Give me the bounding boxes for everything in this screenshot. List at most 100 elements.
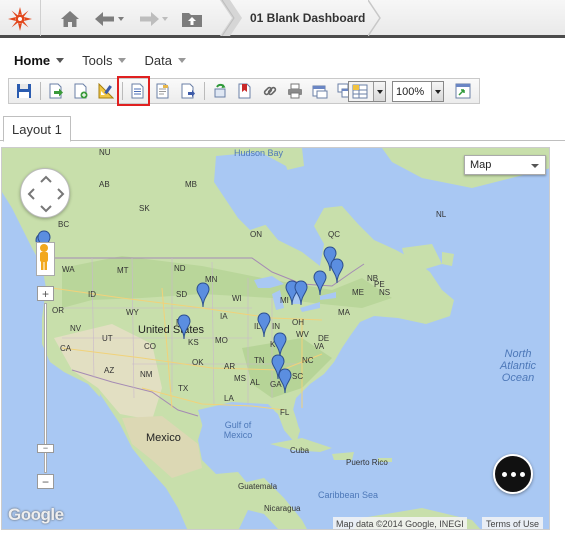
bookmark-icon [238, 83, 251, 99]
chevron-down-icon [531, 164, 539, 168]
bc-label: BC [58, 220, 70, 229]
ab-label: AB [99, 180, 110, 189]
menu-tools-label: Tools [82, 52, 113, 68]
fullscreen-button[interactable] [452, 80, 474, 102]
sk-label: SK [139, 204, 150, 213]
starburst-logo-icon[interactable] [0, 0, 40, 38]
ar-label: AR [224, 362, 236, 371]
map-type-value: Map [470, 159, 492, 171]
map-marker-pin[interactable] [294, 280, 308, 306]
upload-icon[interactable] [181, 8, 203, 30]
nm-label: NM [140, 370, 153, 379]
menu-home-label: Home [14, 52, 51, 68]
dot-icon [510, 471, 516, 477]
design-button[interactable] [95, 80, 117, 102]
la-label: LA [224, 394, 234, 403]
bookmark-button[interactable] [234, 80, 256, 102]
cuba-label: Cuba [290, 446, 310, 455]
ut-label: UT [102, 334, 113, 343]
id-label: ID [88, 290, 96, 299]
or-label: OR [52, 306, 64, 315]
print-button[interactable] [284, 80, 306, 102]
mb-label: MB [185, 180, 197, 189]
page-add-icon [74, 83, 88, 99]
hudson-bay-label: Hudson Bay [234, 148, 284, 158]
layout-dropdown[interactable] [348, 81, 386, 102]
in-label: IN [272, 322, 280, 331]
al-label: AL [250, 378, 260, 387]
caribbean-sea-label: Caribbean Sea [318, 490, 379, 500]
nv-label: NV [70, 324, 82, 333]
layout-grid-icon [352, 84, 368, 99]
zoom-slider-knob[interactable]: − [37, 444, 54, 453]
ma-label: MA [338, 308, 350, 317]
wi-label: WI [232, 294, 242, 303]
home-icon[interactable] [60, 8, 80, 30]
sd-label: SD [176, 290, 188, 299]
map-widget[interactable]: Hudson Bay NU AB SK MB BC ON QC NL NB NS… [1, 147, 550, 530]
link-icon [263, 86, 277, 96]
export-icon [49, 83, 63, 99]
map-pin-icon [196, 282, 210, 308]
va-label: VA [314, 342, 325, 351]
map-marker-pin[interactable] [196, 282, 210, 308]
note-icon [156, 83, 169, 99]
map-marker-pin[interactable] [278, 368, 292, 394]
map-type-select[interactable]: Map [464, 155, 546, 175]
oh-label: OH [292, 318, 304, 327]
zoom-select[interactable]: 100% [392, 81, 444, 102]
back-icon[interactable] [94, 8, 126, 30]
map-marker-pin[interactable] [177, 314, 191, 340]
link-button[interactable] [259, 80, 281, 102]
pan-control[interactable] [20, 168, 70, 218]
breadcrumb: 01 Blank Dashboard [230, 0, 365, 36]
zoom-out-button[interactable]: − [37, 474, 54, 489]
forward-icon[interactable] [138, 8, 170, 30]
map-marker-pin[interactable] [330, 258, 344, 284]
page-settings-button[interactable] [177, 80, 199, 102]
map-marker-pin[interactable] [313, 270, 327, 296]
window-button[interactable] [309, 80, 331, 102]
menu-home[interactable]: Home [14, 52, 65, 68]
wy-label: WY [126, 308, 139, 317]
toolbar-separator [40, 82, 41, 100]
tab-layout-1[interactable]: Layout 1 [3, 116, 71, 142]
mt-label: MT [117, 266, 129, 275]
street-view-pegman-icon[interactable] [36, 242, 55, 276]
terms-of-use-link[interactable]: Terms of Use [482, 517, 544, 529]
wv-label: WV [296, 330, 309, 339]
ocean-label-line3: Ocean [501, 372, 535, 384]
nd-label: ND [174, 264, 186, 273]
tx-label: TX [178, 384, 189, 393]
nu-label: NU [99, 148, 111, 157]
pan-arrows-icon [27, 175, 65, 213]
menu-data[interactable]: Data [144, 53, 186, 68]
wa-label: WA [62, 265, 75, 274]
new-page-button[interactable] [70, 80, 92, 102]
mexico-label: Mexico [146, 432, 181, 444]
save-button[interactable] [13, 80, 35, 102]
more-options-button[interactable] [493, 454, 533, 494]
guatemala-label: Guatemala [238, 482, 278, 491]
menu-tools[interactable]: Tools [82, 52, 127, 68]
zoom-value: 100% [396, 85, 425, 98]
tn-label: TN [254, 356, 265, 365]
ia-label: IA [220, 312, 228, 321]
de-label: DE [318, 334, 330, 343]
gulf-label-line1: Gulf of [224, 420, 252, 430]
north-atlantic-ocean-label: North Atlantic Ocean [488, 348, 548, 384]
chevron-down-icon [56, 57, 65, 63]
notes-button[interactable] [152, 80, 174, 102]
google-logo: Google [8, 505, 64, 524]
refresh-button[interactable] [209, 80, 231, 102]
export-button[interactable] [45, 80, 67, 102]
save-icon [17, 84, 31, 98]
united-states-label: United States [138, 324, 205, 336]
layout-tab-strip: Layout 1 [0, 113, 565, 142]
zoom-in-button[interactable]: + [37, 286, 54, 301]
map-marker-pin[interactable] [257, 312, 271, 338]
mo-label: MO [215, 336, 228, 345]
map-pin-icon [330, 258, 344, 284]
pe-label: PE [374, 280, 385, 289]
printer-icon [288, 83, 302, 99]
